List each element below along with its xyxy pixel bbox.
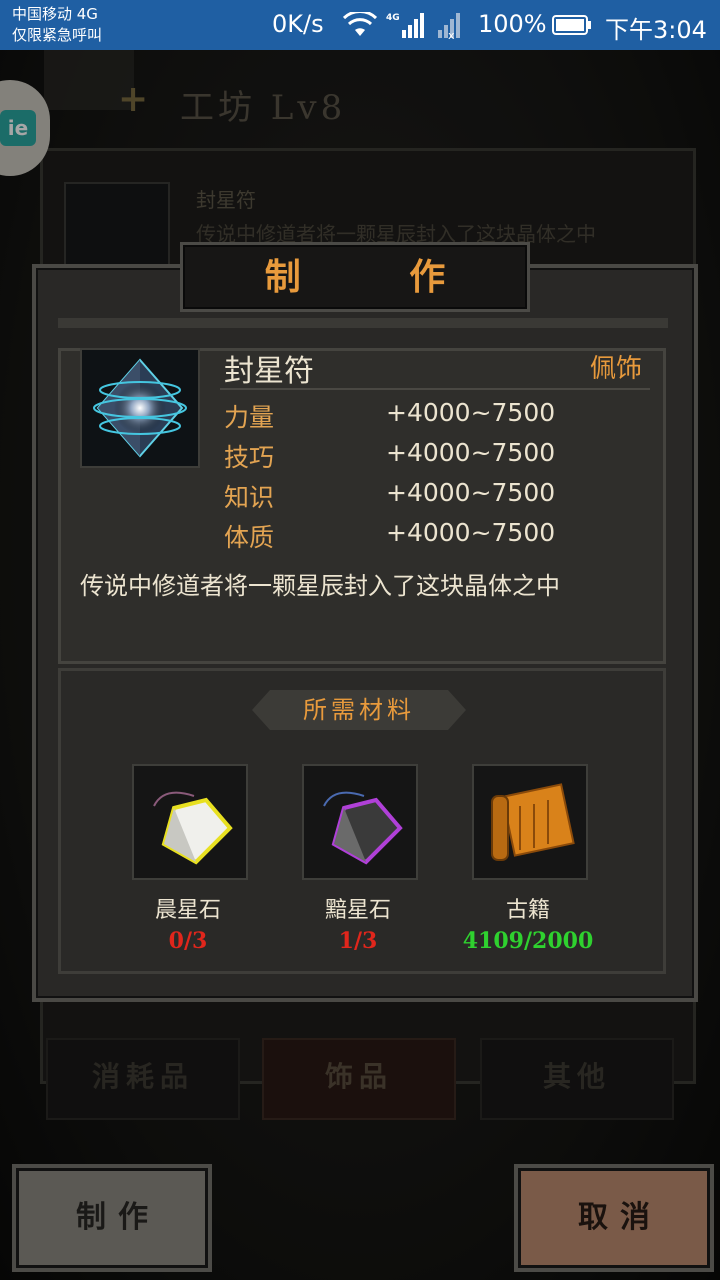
stat-value-constitution: +4000~7500 bbox=[386, 518, 556, 547]
stat-label-strength: 力量 bbox=[224, 403, 275, 432]
network-badge: 4G bbox=[386, 13, 400, 23]
stat-value-skill: +4000~7500 bbox=[386, 438, 556, 467]
battery-percent: 100% bbox=[478, 10, 547, 38]
star-crystal-icon bbox=[80, 348, 200, 468]
morning-star-stone-icon[interactable] bbox=[132, 764, 248, 880]
wifi-icon bbox=[343, 12, 377, 36]
ancient-scroll-icon[interactable] bbox=[472, 764, 588, 880]
material-name-dark-star: 黯星石 bbox=[324, 898, 391, 923]
svg-text:x: x bbox=[448, 29, 455, 40]
dialog-title: 制 作 bbox=[264, 256, 494, 298]
emergency-label: 仅限紧急呼叫 bbox=[12, 26, 103, 44]
material-name-ancient-book: 古籍 bbox=[505, 898, 550, 923]
materials-header: 所需材料 bbox=[303, 696, 415, 724]
material-count-dark-star: 1/3 bbox=[338, 928, 378, 954]
dialog-title-plate: 制 作 bbox=[180, 242, 530, 312]
stat-label-skill: 技巧 bbox=[224, 443, 275, 472]
item-description: 传说中修道者将一颗星辰封入了这块晶体之中 bbox=[80, 572, 560, 600]
material-count-morning-star: 0/3 bbox=[168, 928, 208, 954]
stat-value-knowledge: +4000~7500 bbox=[386, 478, 556, 507]
stat-label-constitution: 体质 bbox=[224, 523, 275, 552]
stat-value-strength: +4000~7500 bbox=[386, 398, 556, 427]
dark-star-stone-icon[interactable] bbox=[302, 764, 418, 880]
material-count-ancient-book: 4109/2000 bbox=[462, 928, 594, 954]
stat-label-knowledge: 知识 bbox=[224, 483, 275, 512]
signal-empty-icon: x bbox=[438, 13, 460, 40]
item-divider bbox=[220, 388, 650, 390]
signal-4g-icon: 4G bbox=[386, 13, 424, 38]
status-bar: 中国移动 4G 仅限紧急呼叫 0K/s 4G x 100% 下午3:04 bbox=[0, 0, 720, 50]
carrier-label: 中国移动 4G bbox=[12, 5, 98, 23]
clock: 下午3:04 bbox=[605, 16, 707, 44]
net-speed: 0K/s bbox=[272, 10, 324, 38]
dialog-top-rail bbox=[58, 318, 668, 328]
item-type: 佩饰 bbox=[590, 354, 643, 384]
craft-button[interactable]: 制作 bbox=[12, 1164, 212, 1272]
material-name-morning-star: 晨星石 bbox=[154, 898, 221, 923]
battery-icon bbox=[552, 15, 591, 35]
cancel-button[interactable]: 取消 bbox=[514, 1164, 714, 1272]
item-name: 封星符 bbox=[224, 354, 314, 389]
